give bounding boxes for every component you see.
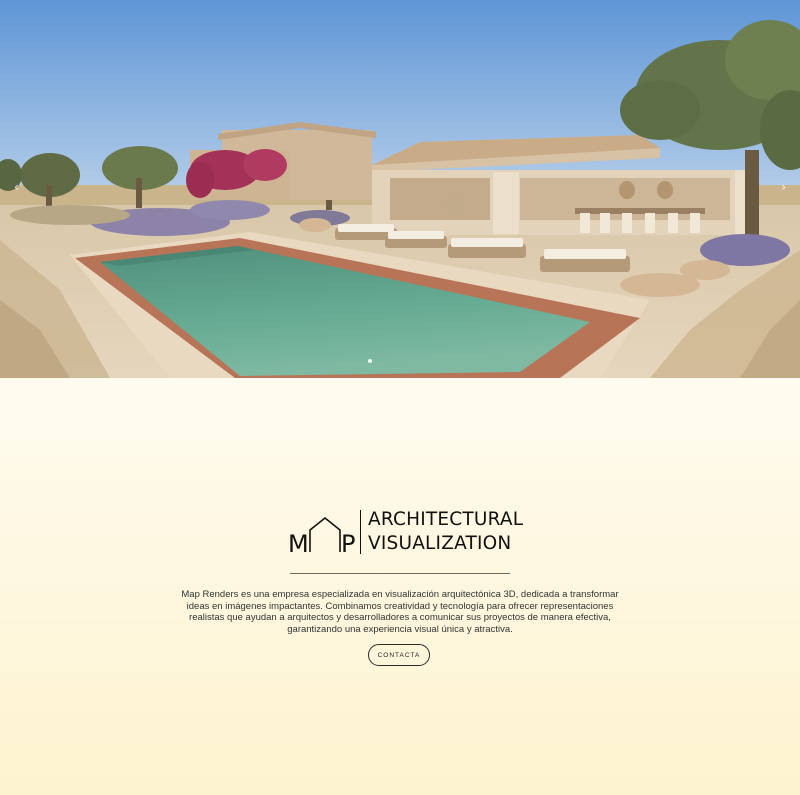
section-divider	[290, 573, 510, 574]
svg-text:M: M	[288, 530, 309, 554]
slider-dot-indicator[interactable]	[368, 359, 372, 363]
brand-wordmark: ARCHITECTURAL VISUALIZATION	[368, 508, 523, 556]
brand-logo[interactable]: M P ARCHITECTURAL VISUALIZATION	[288, 508, 523, 556]
hero-image	[0, 0, 800, 378]
slider-prev-icon[interactable]: ‹	[14, 180, 19, 194]
brand-line-1: ARCHITECTURAL	[368, 509, 524, 530]
slider-next-icon[interactable]: ›	[781, 180, 786, 194]
svg-text:P: P	[341, 530, 355, 554]
intro-section: M P ARCHITECTURAL VISUALIZATION Map Rend…	[0, 378, 800, 795]
hero-slider: ‹ ›	[0, 0, 800, 378]
map-logo-mark: M P	[288, 516, 355, 554]
about-text: Map Renders es una empresa especializada…	[181, 589, 619, 635]
logo-divider	[360, 510, 361, 554]
brand-line-2: VISUALIZATION	[368, 533, 512, 554]
contact-button[interactable]: CONTACTA	[368, 644, 430, 666]
